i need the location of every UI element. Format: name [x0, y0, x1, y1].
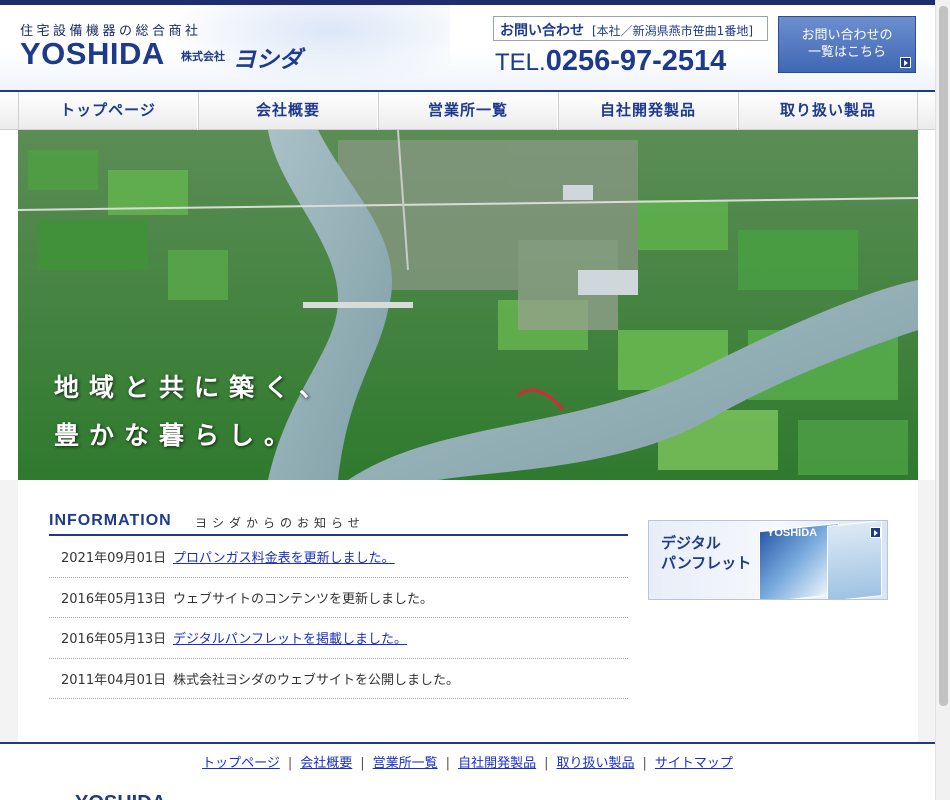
tel-number: 0256-97-2514: [545, 45, 727, 77]
nav-item-own-products[interactable]: 自社開発製品: [558, 92, 738, 130]
news-item: 2011年04月01日 株式会社ヨシダのウェブサイトを公開しました。: [49, 659, 628, 699]
footer-link-offices[interactable]: 営業所一覧: [365, 756, 446, 771]
news-text: ウェブサイトのコンテンツを更新しました。: [173, 591, 434, 607]
footer-nav: トップページ | 会社概要 | 営業所一覧 | 自社開発製品 | 取り扱い製品 | サイトマップ: [0, 752, 935, 771]
contact-button-line2: 一覧はこちら: [807, 45, 886, 60]
phone-number: TEL.0256-97-2514: [495, 45, 726, 78]
news-date: 2021年09月01日: [61, 551, 167, 567]
digital-pamphlet-banner[interactable]: デジタル パンフレット YOSHIDA: [648, 520, 888, 600]
logo-kabushikigaisha: 株式会社: [181, 50, 225, 63]
tel-prefix: TEL.: [495, 49, 546, 76]
scrollbar-thumb[interactable]: [939, 6, 948, 706]
arrow-right-icon: [900, 57, 911, 68]
information-title: INFORMATION: [49, 512, 172, 529]
news-link[interactable]: デジタルパンフレットを掲載しました。: [173, 628, 407, 647]
news-date: 2016年05月13日: [61, 632, 167, 648]
nav-item-company[interactable]: 会社概要: [198, 92, 378, 130]
vertical-scrollbar[interactable]: [935, 0, 950, 800]
footer-divider: [0, 742, 935, 744]
news-date: 2016年05月13日: [61, 591, 167, 607]
nav-item-products[interactable]: 取り扱い製品: [738, 92, 918, 130]
news-text: 株式会社ヨシダのウェブサイトを公開しました。: [173, 672, 460, 688]
contact-button-line1: お問い合わせの: [801, 28, 893, 43]
news-link[interactable]: プロパンガス料金表を更新しました。: [173, 547, 395, 566]
news-date: 2011年04月01日: [61, 672, 167, 688]
pamphlet-label: デジタル パンフレット: [661, 533, 751, 573]
pamphlet-line2: パンフレット: [661, 554, 752, 572]
footer-link-sitemap[interactable]: サイトマップ: [647, 756, 741, 771]
footer-link-products[interactable]: 取り扱い製品: [548, 756, 642, 771]
pamphlet-cover-word: YOSHIDA: [767, 527, 818, 539]
logo-kana: ヨシダ: [233, 47, 302, 73]
pamphlet-line1: デジタル: [661, 534, 721, 552]
footer-link-company[interactable]: 会社概要: [292, 756, 360, 771]
news-item: 2016年05月13日 ウェブサイトのコンテンツを更新しました。: [49, 578, 628, 618]
contact-info-box: お問い合わせ [本社／新潟県燕市笹曲1番地]: [493, 16, 768, 41]
hero-slogan-line1: 地域と共に築く、: [54, 373, 335, 402]
information-subtitle: ヨシダからのお知らせ: [195, 516, 365, 530]
news-item: 2016年05月13日 デジタルパンフレットを掲載しました。: [49, 618, 628, 659]
nav-item-offices[interactable]: 営業所一覧: [378, 92, 558, 130]
footer-separator: |: [360, 756, 365, 771]
global-nav: トップページ 会社概要 営業所一覧 自社開発製品 取り扱い製品: [0, 90, 935, 130]
contact-label: お問い合わせ: [500, 23, 584, 39]
news-item: 2021年09月01日 プロパンガス料金表を更新しました。: [49, 537, 628, 578]
nav-item-top[interactable]: トップページ: [18, 92, 198, 130]
news-list: 2021年09月01日 プロパンガス料金表を更新しました。 2016年05月13…: [49, 537, 628, 699]
contact-list-button[interactable]: お問い合わせの 一覧はこちら: [778, 16, 916, 73]
information-divider: [49, 534, 628, 536]
contact-address: [本社／新潟県燕市笹曲1番地]: [592, 24, 753, 38]
hero-slogan-line2: 豊かな暮らし。: [54, 421, 300, 450]
logo-yoshida[interactable]: YOSHIDA: [20, 36, 165, 72]
footer-logo: YOSHIDA: [75, 792, 166, 800]
footer-link-own-products[interactable]: 自社開発製品: [450, 756, 544, 771]
footer-link-top[interactable]: トップページ: [194, 756, 288, 771]
arrow-right-icon: [870, 527, 881, 538]
hero-image: 地域と共に築く、 豊かな暮らし。: [18, 130, 918, 480]
